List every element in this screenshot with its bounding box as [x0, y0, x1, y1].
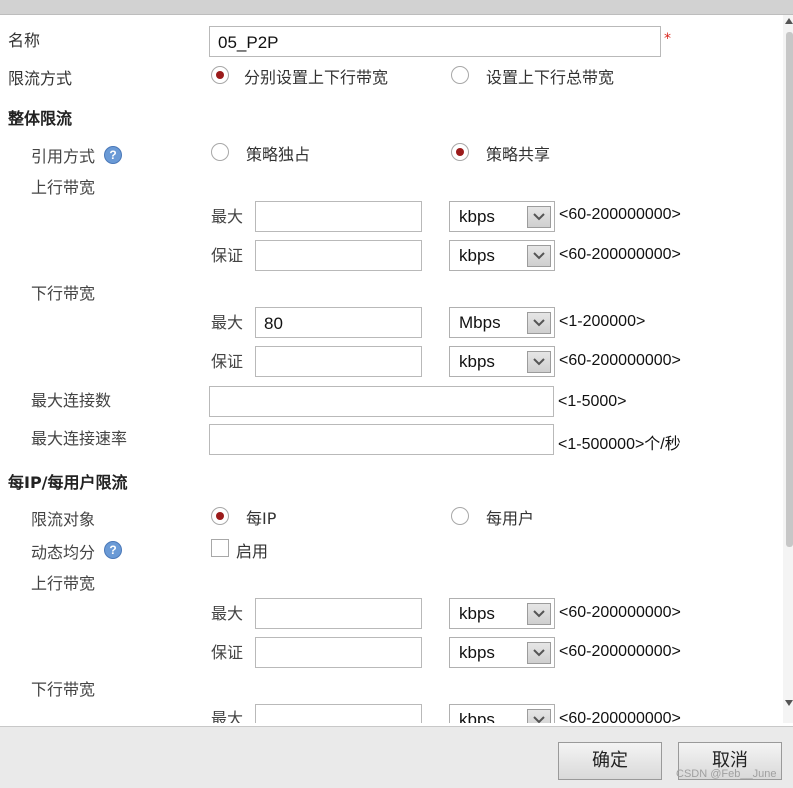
reference-shared-radio[interactable] — [451, 143, 469, 161]
chevron-down-icon[interactable] — [527, 642, 551, 664]
reference-exclusive-radio[interactable] — [211, 143, 229, 161]
name-input[interactable]: 05_P2P — [209, 26, 661, 57]
max-connections-label: 最大连接数 — [31, 391, 112, 410]
per-ip-uplink-guarantee-range: <60-200000000> — [559, 643, 681, 660]
reference-mode-label: 引用方式 — [31, 147, 96, 166]
limit-target-per-ip-label: 每IP — [246, 509, 277, 528]
overall-uplink-guarantee-range: <60-200000000> — [559, 246, 681, 263]
per-ip-downlink-label: 下行带宽 — [31, 680, 96, 699]
chevron-down-icon[interactable] — [527, 245, 551, 267]
limit-mode-separate-label: 分别设置上下行带宽 — [244, 68, 389, 87]
overall-uplink-guarantee-label: 保证 — [211, 246, 244, 265]
dynamic-share-label: 动态均分 — [31, 543, 96, 562]
per-ip-downlink-max-unit-select[interactable]: kbps — [449, 704, 555, 723]
chevron-down-icon[interactable] — [527, 312, 551, 334]
per-ip-uplink-max-unit-select[interactable]: kbps — [449, 598, 555, 629]
limit-mode-total-radio[interactable] — [451, 66, 469, 84]
per-ip-uplink-max-input[interactable] — [255, 598, 422, 629]
overall-downlink-guarantee-unit-select[interactable]: kbps — [449, 346, 555, 377]
overall-downlink-guarantee-range: <60-200000000> — [559, 352, 681, 369]
per-ip-downlink-max-label: 最大 — [211, 709, 244, 723]
max-connections-range: <1-5000> — [558, 393, 627, 410]
unit-value: Mbps — [459, 313, 501, 332]
per-ip-uplink-guarantee-label: 保证 — [211, 643, 244, 662]
dialog-footer: 确定 取消 CSDN @Feb__June — [0, 726, 793, 788]
required-mark: * — [664, 31, 671, 47]
chevron-down-icon[interactable] — [527, 709, 551, 723]
overall-downlink-max-unit-select[interactable]: Mbps — [449, 307, 555, 338]
limit-target-per-user-label: 每用户 — [486, 509, 535, 528]
reference-shared-label: 策略共享 — [486, 145, 551, 164]
overall-uplink-max-unit-select[interactable]: kbps — [449, 201, 555, 232]
per-ip-uplink-label: 上行带宽 — [31, 574, 96, 593]
max-conn-rate-input[interactable] — [209, 424, 554, 455]
per-ip-uplink-guarantee-unit-select[interactable]: kbps — [449, 637, 555, 668]
scroll-up-arrow-icon[interactable] — [785, 18, 793, 24]
chevron-down-icon[interactable] — [527, 603, 551, 625]
overall-uplink-max-input[interactable] — [255, 201, 422, 232]
overall-uplink-max-label: 最大 — [211, 207, 244, 226]
dynamic-share-checkbox-label: 启用 — [236, 542, 269, 561]
overall-downlink-label: 下行带宽 — [31, 284, 96, 303]
limit-target-label: 限流对象 — [31, 510, 96, 529]
max-conn-rate-range: <1-500000>个/秒 — [558, 436, 681, 453]
overall-uplink-guarantee-unit-select[interactable]: kbps — [449, 240, 555, 271]
question-icon[interactable]: ? — [104, 541, 122, 559]
per-ip-section-title: 每IP/每用户限流 — [8, 473, 128, 492]
per-ip-uplink-max-label: 最大 — [211, 604, 244, 623]
overall-uplink-label: 上行带宽 — [31, 178, 96, 197]
unit-value: kbps — [459, 207, 495, 226]
chevron-down-icon[interactable] — [527, 206, 551, 228]
max-conn-rate-label: 最大连接速率 — [31, 429, 128, 448]
unit-value: kbps — [459, 643, 495, 662]
unit-value: kbps — [459, 710, 495, 723]
limit-mode-label: 限流方式 — [8, 69, 73, 88]
overall-downlink-guarantee-label: 保证 — [211, 352, 244, 371]
limit-mode-separate-radio[interactable] — [211, 66, 229, 84]
limit-mode-total-label: 设置上下行总带宽 — [486, 68, 615, 87]
per-ip-downlink-max-input[interactable] — [255, 704, 422, 723]
per-ip-downlink-max-range: <60-200000000> — [559, 710, 681, 723]
question-icon[interactable]: ? — [104, 146, 122, 164]
name-input-value: 05_P2P — [218, 33, 279, 52]
max-connections-input[interactable] — [209, 386, 554, 417]
overall-uplink-max-range: <60-200000000> — [559, 206, 681, 223]
reference-exclusive-label: 策略独占 — [246, 145, 311, 164]
unit-value: kbps — [459, 604, 495, 623]
scroll-down-arrow-icon[interactable] — [785, 700, 793, 706]
ok-button[interactable]: 确定 — [558, 742, 662, 780]
name-label: 名称 — [8, 31, 41, 50]
limit-target-per-user-radio[interactable] — [451, 507, 469, 525]
overall-uplink-guarantee-input[interactable] — [255, 240, 422, 271]
watermark: CSDN @Feb__June — [676, 768, 777, 780]
overall-downlink-max-label: 最大 — [211, 313, 244, 332]
chevron-down-icon[interactable] — [527, 351, 551, 373]
dialog-top-bar — [0, 0, 793, 15]
overall-downlink-max-range: <1-200000> — [559, 313, 646, 330]
per-ip-uplink-max-range: <60-200000000> — [559, 604, 681, 621]
scrollbar-thumb[interactable] — [786, 32, 793, 547]
limit-target-per-ip-radio[interactable] — [211, 507, 229, 525]
overall-downlink-max-input[interactable]: 80 — [255, 307, 422, 338]
overall-downlink-guarantee-input[interactable] — [255, 346, 422, 377]
form-content: 名称 05_P2P * 限流方式 分别设置上下行带宽 设置上下行总带宽 整体限流… — [0, 15, 783, 723]
overall-section-title: 整体限流 — [8, 109, 73, 128]
unit-value: kbps — [459, 246, 495, 265]
per-ip-uplink-guarantee-input[interactable] — [255, 637, 422, 668]
dynamic-share-checkbox[interactable] — [211, 539, 229, 557]
unit-value: kbps — [459, 352, 495, 371]
